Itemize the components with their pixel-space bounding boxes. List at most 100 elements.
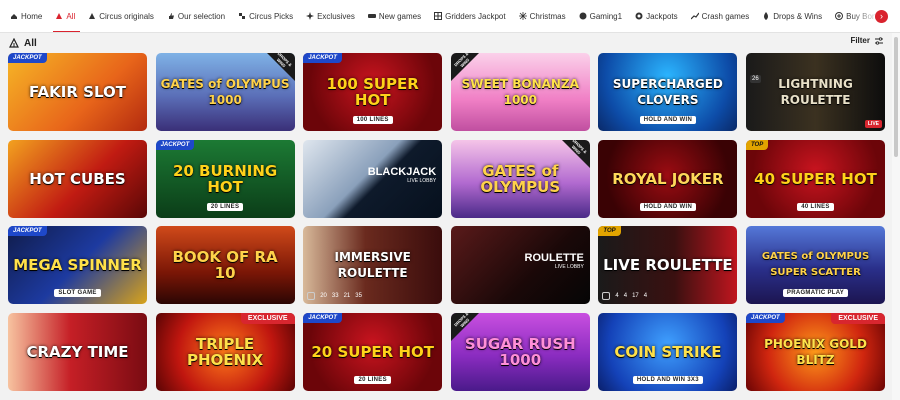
result-number: 20 <box>320 293 327 299</box>
tab-label: Crash games <box>701 11 750 21</box>
game-subtitle-text: 100 LINES <box>352 116 393 124</box>
game-title: PHOENIX GOLD BLITZ <box>764 336 867 367</box>
tab-label: New games <box>378 11 422 21</box>
game-title: 20 SUPER HOT <box>311 342 434 361</box>
game-tile[interactable]: BLACKJACK LIVE LOBBY <box>303 139 443 218</box>
filter-button[interactable]: Filter <box>850 36 883 45</box>
tab-crash-games[interactable]: Crash games <box>687 0 759 32</box>
game-tile[interactable]: HOT CUBES <box>8 139 147 218</box>
cards-icon <box>239 13 246 19</box>
game-tile[interactable]: GATES of OLYMPUS DROPS & WINS <box>450 139 590 218</box>
game-title: BOOK OF RA 10 <box>172 248 278 282</box>
game-title: SUPERCHARGED CLOVERS <box>612 77 723 107</box>
game-subtitle: PRAGMATIC PLAY <box>746 289 885 297</box>
top-badge: TOP <box>746 139 769 150</box>
bonus-icon <box>835 12 844 20</box>
game-subtitle-text: HOLD AND WIN <box>639 116 697 124</box>
tab-christmas[interactable]: Christmas <box>515 0 575 32</box>
scrollbar-thumb[interactable] <box>894 37 898 157</box>
game-subtitle: HOLD AND WIN 3X3 <box>598 375 737 384</box>
tab-label: Jackpots <box>646 11 678 21</box>
recent-results: 4 4 17 4 <box>602 292 733 300</box>
game-title: ROULETTE <box>524 252 584 264</box>
game-tile[interactable]: COIN STRIKE HOLD AND WIN 3X3 <box>598 312 738 391</box>
result-number: 4 <box>615 293 619 299</box>
game-tile[interactable]: ROULETTE LIVE LOBBY <box>450 226 590 304</box>
game-tile[interactable]: IMMERSIVE ROULETTE 20 33 21 35 <box>303 226 443 304</box>
result-number: 4 <box>623 293 628 299</box>
jackpot-badge: JACKPOT <box>746 312 785 323</box>
game-subtitle-text: 40 LINES <box>797 202 834 211</box>
tab-gridders-jackpot[interactable]: Gridders Jackpot <box>430 0 514 32</box>
game-subtitle-text: PRAGMATIC PLAY <box>782 289 849 297</box>
tab-label: All <box>66 11 76 21</box>
game-title: FAKIR SLOT <box>29 83 126 101</box>
game-tile[interactable]: 40 SUPER HOT 40 LINES TOP <box>746 139 885 218</box>
game-title: 40 SUPER HOT <box>754 169 877 188</box>
sparkle-icon <box>306 12 315 20</box>
game-tile[interactable]: FAKIR SLOT JACKPOT <box>8 53 147 131</box>
game-title: ROYAL JOKER <box>612 169 724 188</box>
tab-label: Home <box>21 11 43 21</box>
jackpot-badge: JACKPOT <box>8 53 47 63</box>
result-number: 21 <box>343 293 351 299</box>
tab-circus-picks[interactable]: Circus Picks <box>234 0 302 32</box>
tab-label: Circus Picks <box>249 11 294 21</box>
top-badge: TOP <box>598 226 621 236</box>
crash-icon <box>690 12 699 20</box>
tab-exclusives[interactable]: Exclusives <box>302 0 364 32</box>
coin-icon <box>635 12 643 20</box>
game-tile[interactable]: 20 SUPER HOT 20 LINES JACKPOT <box>303 312 443 391</box>
live-badge: LIVE <box>864 120 882 128</box>
game-tile[interactable]: SUGAR RUSH 1000 DROPS & WINS <box>450 312 590 391</box>
scrollbar[interactable] <box>892 33 900 400</box>
sliders-icon <box>875 36 883 45</box>
game-tile[interactable]: 20 BURNING HOT 20 LINES JACKPOT <box>155 139 295 218</box>
game-subtitle: LIVE LOBBY <box>554 264 584 270</box>
game-subtitle: HOLD AND WIN <box>598 202 737 211</box>
tent-icon <box>9 38 19 48</box>
game-tile[interactable]: LIVE ROULETTE TOP 4 4 17 4 <box>598 226 738 304</box>
game-title: MEGA SPINNER <box>13 256 142 274</box>
tab-drops-wins[interactable]: Drops & Wins <box>758 0 831 32</box>
tab-jackpots[interactable]: Jackpots <box>631 0 687 32</box>
grid-icon <box>434 12 443 20</box>
game-tile[interactable]: SUPERCHARGED CLOVERS HOLD AND WIN <box>598 53 738 131</box>
game-title: HOT CUBES <box>29 169 126 188</box>
game-tile[interactable]: TRIPLE PHOENIX EXCLUSIVE <box>155 312 295 391</box>
game-tile[interactable]: 100 SUPER HOT 100 LINES JACKPOT <box>303 53 443 131</box>
game-subtitle-text: 20 LINES <box>354 375 391 384</box>
game-tile[interactable]: GATES of OLYMPUS 1000 DROPS & WINS <box>155 53 295 131</box>
tab-gaming1[interactable]: Gaming1 <box>575 0 631 32</box>
game-title: BLACKJACK <box>367 165 437 178</box>
tab-home[interactable]: Home <box>6 0 51 32</box>
tab-circus-originals[interactable]: Circus originals <box>84 0 163 32</box>
tab-label: Our selection <box>177 11 226 21</box>
tab-our-selection[interactable]: Our selection <box>163 0 234 32</box>
game-subtitle: 20 LINES <box>156 202 295 211</box>
game-subtitle-text: SLOT GAME <box>54 289 101 297</box>
game-tile[interactable]: GATES of OLYMPUS SUPER SCATTER PRAGMATIC … <box>746 226 885 304</box>
game-tile[interactable]: SWEET BONANZA 1000 DROPS & WINS <box>450 53 590 131</box>
result-number: 35 <box>355 293 362 299</box>
jackpot-badge: JACKPOT <box>155 139 195 150</box>
tab-all[interactable]: All <box>51 0 84 32</box>
game-title: IMMERSIVE ROULETTE <box>334 250 411 280</box>
game-title-block: BLACKJACK LIVE LOBBY <box>368 166 436 184</box>
game-subtitle: 100 LINES <box>303 116 442 124</box>
tabs-next-button[interactable]: › <box>875 10 888 23</box>
game-tile[interactable]: ROYAL JOKER HOLD AND WIN <box>598 139 738 218</box>
history-icon <box>602 292 611 300</box>
last-result: 26 <box>750 75 761 83</box>
game-tile[interactable]: LIGHTNING ROULETTE LIVE 26 <box>746 53 885 131</box>
game-tile[interactable]: CRAZY TIME <box>8 312 147 391</box>
result-number: 4 <box>643 293 648 299</box>
game-tile[interactable]: BOOK OF RA 10 <box>155 226 295 304</box>
game-tile[interactable]: MEGA SPINNER SLOT GAME JACKPOT <box>8 226 147 304</box>
game-tile[interactable]: PHOENIX GOLD BLITZ JACKPOT EXCLUSIVE <box>746 312 885 391</box>
game-title: 100 SUPER HOT <box>326 75 419 109</box>
jackpot-badge: JACKPOT <box>303 53 342 63</box>
filter-label: Filter <box>850 36 870 45</box>
tab-label: Drops & Wins <box>773 11 823 21</box>
tab-new-games[interactable]: New games <box>364 0 430 32</box>
